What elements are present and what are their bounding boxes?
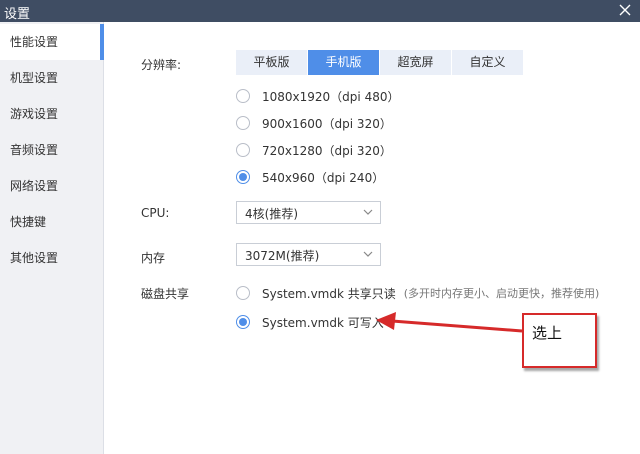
resolution-option-900[interactable]: 900x1600（dpi 320） bbox=[236, 114, 392, 132]
sidebar-item-other[interactable]: 其他设置 bbox=[0, 240, 104, 276]
radio-button-selected[interactable] bbox=[236, 315, 250, 329]
memory-select[interactable]: 3072M(推荐) bbox=[236, 243, 381, 266]
resolution-option-540[interactable]: 540x960（dpi 240） bbox=[236, 168, 384, 186]
resolution-option-label: 900x1600（dpi 320） bbox=[262, 116, 392, 131]
sidebar-item-network[interactable]: 网络设置 bbox=[0, 168, 104, 204]
callout-text: 选上 bbox=[532, 324, 563, 342]
resolution-mode-tabs: 平板版 手机版 超宽屏 自定义 bbox=[236, 50, 524, 75]
sidebar-item-device-model[interactable]: 机型设置 bbox=[0, 60, 104, 96]
resolution-option-label: 540x960（dpi 240） bbox=[262, 170, 385, 185]
sidebar-item-shortcuts[interactable]: 快捷键 bbox=[0, 204, 104, 240]
disk-share-option-label: System.vmdk 可写入 bbox=[262, 315, 384, 330]
disk-share-option-label: System.vmdk 共享只读 bbox=[262, 286, 396, 301]
radio-button[interactable] bbox=[236, 89, 250, 103]
radio-button[interactable] bbox=[236, 116, 250, 130]
chevron-down-icon bbox=[362, 206, 374, 218]
disk-share-label: 磁盘共享 bbox=[141, 287, 190, 301]
disk-share-option-hint: (多开时内存更小、启动更快，推荐使用) bbox=[403, 287, 600, 300]
memory-label: 内存 bbox=[141, 251, 166, 265]
radio-button[interactable] bbox=[236, 143, 250, 157]
cpu-select[interactable]: 4核(推荐) bbox=[236, 201, 381, 224]
tab-custom[interactable]: 自定义 bbox=[452, 50, 524, 75]
annotation-callout: 选上 bbox=[522, 313, 597, 368]
cpu-label: CPU: bbox=[141, 206, 170, 220]
sidebar-item-performance[interactable]: 性能设置 bbox=[0, 24, 104, 60]
close-icon[interactable] bbox=[616, 1, 634, 19]
radio-button[interactable] bbox=[236, 286, 250, 300]
tab-tablet[interactable]: 平板版 bbox=[236, 50, 308, 75]
memory-select-value: 3072M(推荐) bbox=[245, 249, 320, 263]
window-title: 设置 bbox=[4, 7, 31, 22]
tab-ultrawide[interactable]: 超宽屏 bbox=[380, 50, 452, 75]
resolution-option-label: 1080x1920（dpi 480） bbox=[262, 89, 400, 104]
resolution-option-720[interactable]: 720x1280（dpi 320） bbox=[236, 141, 392, 159]
chevron-down-icon bbox=[362, 248, 374, 260]
settings-sidebar: 性能设置 机型设置 游戏设置 音频设置 网络设置 快捷键 其他设置 bbox=[0, 22, 104, 454]
resolution-option-label: 720x1280（dpi 320） bbox=[262, 143, 392, 158]
radio-button-selected[interactable] bbox=[236, 170, 250, 184]
sidebar-item-audio[interactable]: 音频设置 bbox=[0, 132, 104, 168]
tab-phone[interactable]: 手机版 bbox=[308, 50, 380, 75]
disk-share-writable-option[interactable]: System.vmdk 可写入 bbox=[236, 313, 384, 331]
title-bar: 设置 bbox=[0, 0, 640, 22]
disk-share-readonly-option[interactable]: System.vmdk 共享只读 (多开时内存更小、启动更快，推荐使用) bbox=[236, 284, 599, 302]
resolution-option-1080[interactable]: 1080x1920（dpi 480） bbox=[236, 87, 399, 105]
resolution-label: 分辨率: bbox=[141, 58, 182, 72]
cpu-select-value: 4核(推荐) bbox=[245, 207, 298, 221]
settings-panel: 分辨率: 平板版 手机版 超宽屏 自定义 1080x1920（dpi 480） … bbox=[105, 22, 640, 454]
sidebar-item-game[interactable]: 游戏设置 bbox=[0, 96, 104, 132]
